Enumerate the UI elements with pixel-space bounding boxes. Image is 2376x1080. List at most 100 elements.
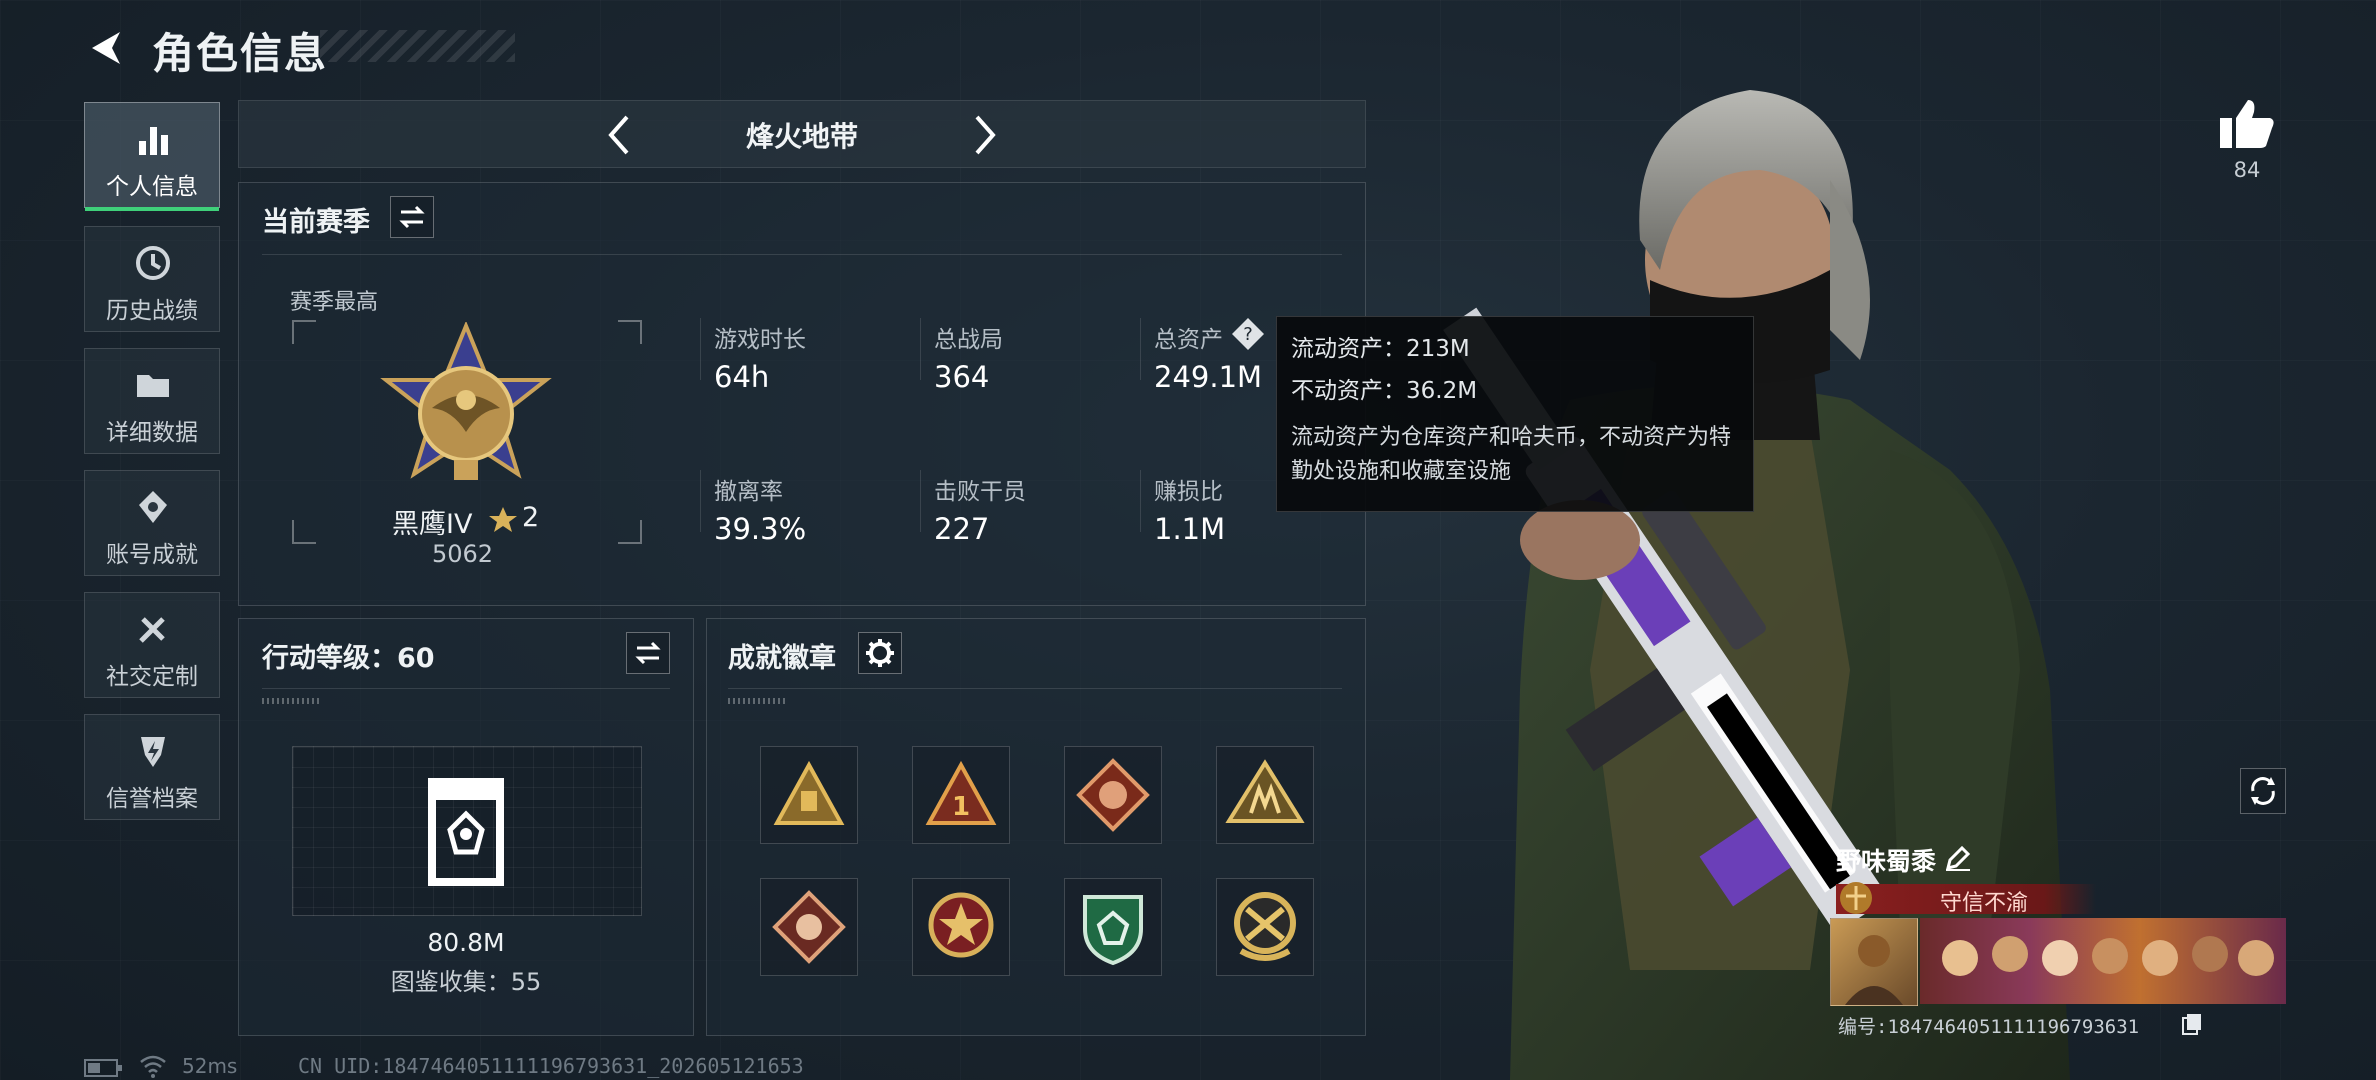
mode-title: 烽火地带: [745, 120, 858, 153]
switch-icon: [635, 641, 661, 665]
green-shield-badge-icon: [1083, 895, 1143, 966]
badge-slot[interactable]: [1216, 878, 1314, 976]
badge-slot[interactable]: [912, 878, 1010, 976]
page-title: 角色信息: [152, 29, 329, 78]
help-icon[interactable]: ?: [1230, 316, 1266, 352]
rank-name: 黑鹰IV: [392, 509, 473, 540]
player-name: 野味蜀黍: [1836, 847, 1937, 876]
player-avatar[interactable]: [1830, 918, 1918, 1006]
tooltip-description: 流动资产为仓库资产和哈夫币，不动资产为特勤处设施和收藏室设施: [1291, 425, 1732, 484]
action-divider: [262, 688, 670, 689]
sidebar-item-label: 账号成就: [106, 542, 198, 568]
sidebar-item-label: 社交定制: [106, 664, 198, 690]
dots-decoration: [728, 698, 788, 704]
display-case-icon: [428, 778, 504, 886]
rifles-badge-icon: [1234, 892, 1296, 961]
copy-icon[interactable]: [2180, 1012, 2204, 1036]
badges-title: 成就徽章: [728, 643, 836, 674]
season-switch-button[interactable]: [390, 196, 434, 238]
pyramid-badge-icon: [773, 760, 845, 825]
avatar-portrait-icon: [1845, 935, 1903, 1005]
rank-score: 5062: [432, 540, 494, 568]
sidebar-item-match-history[interactable]: 历史战绩: [84, 226, 220, 332]
bar-chart-icon: [139, 127, 168, 155]
thumbs-up-icon[interactable]: [2218, 96, 2276, 150]
folder-icon: [137, 375, 169, 397]
ping-text: 52ms: [182, 1054, 238, 1078]
star-medal-badge-icon: [928, 892, 994, 958]
frame-corner: [292, 520, 316, 544]
tooltip-liquid-assets: 流动资产：213M: [1291, 336, 1470, 362]
action-switch-button[interactable]: [626, 632, 670, 674]
sidebar-item-achievements[interactable]: 账号成就: [84, 470, 220, 576]
wolf-badge-icon: [772, 890, 846, 964]
badge-slot[interactable]: [1064, 878, 1162, 976]
stat-divider: [1140, 318, 1141, 380]
tooltip-fixed-assets: 不动资产：36.2M: [1291, 378, 1478, 404]
scale-emblem-icon: [1840, 882, 1872, 914]
sidebar-item-reputation[interactable]: 信誉档案: [84, 714, 220, 820]
refresh-icon: [2251, 777, 2275, 805]
likes-count: 84: [2233, 158, 2261, 182]
edit-name-icon[interactable]: [1944, 844, 1972, 872]
uid-text: CN UID:1847464051111196793631_2026051216…: [298, 1054, 804, 1078]
sidebar-item-personal-info[interactable]: 个人信息: [84, 102, 220, 211]
mode-selector: 烽火地带: [238, 100, 1366, 168]
title-badge: 守信不渝: [1836, 882, 2096, 916]
badge-settings-button[interactable]: [858, 632, 902, 674]
badge-slot[interactable]: [760, 746, 858, 844]
medal-icon: [139, 491, 167, 523]
refresh-button[interactable]: [2240, 768, 2286, 814]
badge-slot[interactable]: [760, 878, 858, 976]
shield-bolt-icon: [141, 737, 165, 767]
back-arrow-icon[interactable]: [84, 26, 128, 70]
player-id: 编号:1847464051111196793631: [1838, 1016, 2140, 1038]
gear-icon: [866, 639, 894, 667]
chevron-right-icon[interactable]: [965, 111, 1005, 159]
stat-value-total-matches: 364: [934, 360, 990, 394]
svg-text:1: 1: [952, 792, 970, 822]
switch-icon: [399, 205, 425, 229]
badge-slot[interactable]: 1: [912, 746, 1010, 844]
active-indicator: [85, 207, 219, 211]
soldiers-badge-icon: [1225, 759, 1305, 823]
badge-slot[interactable]: [1064, 746, 1162, 844]
svg-text:?: ?: [1243, 324, 1253, 345]
assets-tooltip: 流动资产：213M 不动资产：36.2M 流动资产为仓库资产和哈夫币，不动资产为…: [1276, 316, 1754, 512]
dragon-badge-icon: [1076, 758, 1150, 832]
stat-divider: [920, 470, 921, 532]
banner-characters-icon: [1942, 936, 2274, 976]
stat-divider: [700, 470, 701, 532]
season-divider: [262, 254, 1342, 255]
title-stripe-decoration: [320, 30, 515, 62]
title-badge-text: 守信不渝: [1940, 891, 2029, 916]
sidebar-item-label: 信誉档案: [106, 786, 198, 812]
stat-label-playtime: 游戏时长: [714, 327, 806, 353]
number-one-badge-icon: 1: [925, 760, 997, 825]
dots-decoration: [262, 698, 322, 704]
season-best-label: 赛季最高: [290, 290, 379, 315]
stat-label-extract-rate: 撤离率: [714, 479, 783, 505]
stat-divider: [920, 318, 921, 380]
stat-value-kills: 227: [934, 512, 990, 546]
sidebar-item-detailed-data[interactable]: 详细数据: [84, 348, 220, 454]
sidebar-item-label: 历史战绩: [106, 298, 198, 324]
sidebar-item-social-custom[interactable]: 社交定制: [84, 592, 220, 698]
sidebar-item-label: 详细数据: [106, 420, 198, 446]
season-title: 当前赛季: [262, 207, 370, 238]
stat-value-extract-rate: 39.3%: [714, 512, 807, 546]
clock-icon: [136, 246, 170, 280]
battery-icon: [84, 1059, 122, 1077]
stat-value-playtime: 64h: [714, 360, 770, 394]
stat-value-profit-ratio: 1.1M: [1154, 512, 1226, 546]
frame-corner: [618, 520, 642, 544]
stat-label-profit-ratio: 赚损比: [1154, 479, 1223, 505]
badge-slot[interactable]: [1216, 746, 1314, 844]
stat-divider: [1140, 470, 1141, 532]
rank-stars: 2: [522, 502, 540, 533]
player-banner[interactable]: [1920, 918, 2286, 1004]
action-level-title: 行动等级：60: [262, 643, 435, 674]
frame-corner: [618, 320, 642, 344]
tools-icon: [139, 617, 165, 643]
stat-divider: [700, 318, 701, 380]
